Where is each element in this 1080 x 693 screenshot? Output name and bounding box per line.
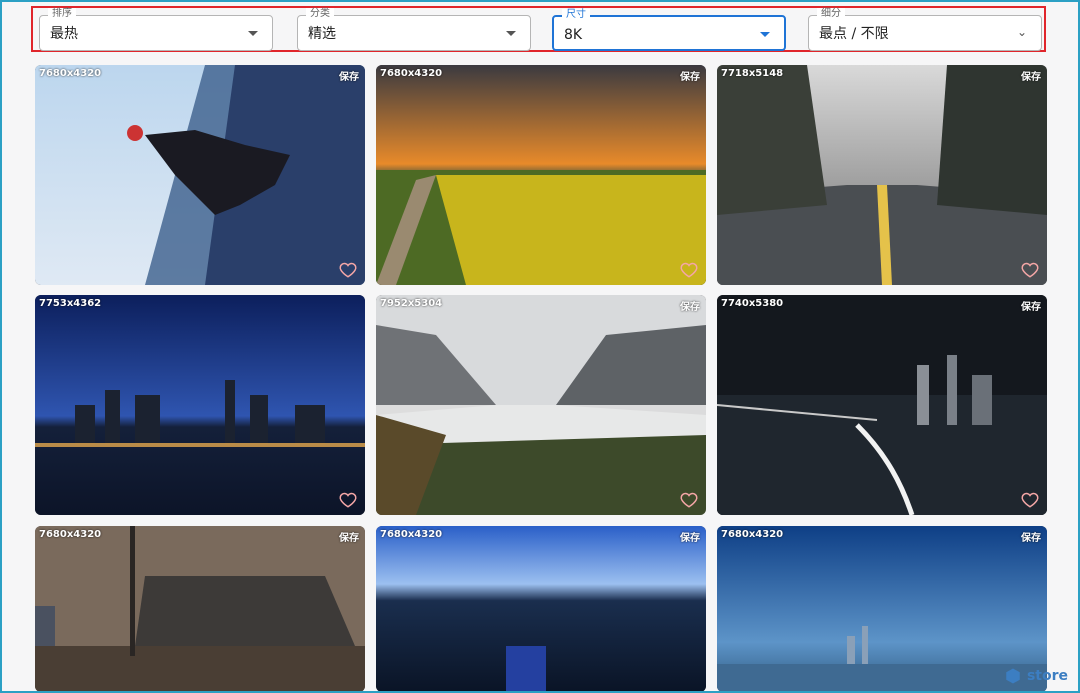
heart-icon[interactable]	[1021, 491, 1039, 509]
chevron-down-icon: ⌄	[1016, 25, 1027, 39]
heart-icon[interactable]	[339, 261, 357, 279]
category-value: 精选	[308, 26, 336, 42]
resolution-label: 7680x4320	[39, 68, 102, 79]
save-button[interactable]: 保存	[339, 529, 359, 544]
save-button[interactable]: 保存	[680, 298, 700, 313]
sort-value: 最热	[50, 26, 78, 42]
subcategory-select[interactable]: 细分 最点 / 不限 ⌄	[808, 8, 1042, 51]
wallpaper-card[interactable]: 7718x5148 保存	[717, 65, 1047, 285]
wallpaper-card[interactable]: 7680x4320 保存	[376, 526, 706, 691]
dropdown-arrow-icon	[760, 32, 770, 37]
wallpaper-card[interactable]: 7680x4320 保存	[35, 65, 365, 285]
filter-bar: 排序 最热 分类 精选 尺寸 8K 细分 最点 / 不限 ⌄	[31, 6, 1046, 52]
wallpaper-image	[376, 295, 706, 515]
save-button[interactable]: 保存	[339, 68, 359, 83]
save-button[interactable]: 保存	[680, 68, 700, 83]
category-label: 分类	[306, 8, 334, 20]
wallpaper-image	[717, 295, 1047, 515]
size-select[interactable]: 尺寸 8K	[552, 9, 786, 51]
resolution-label: 7952x5304	[380, 298, 443, 309]
cube-icon	[1006, 668, 1020, 684]
resolution-label: 7718x5148	[721, 68, 784, 79]
wallpaper-image	[35, 65, 365, 285]
wallpaper-card[interactable]: 7680x4320 保存	[376, 65, 706, 285]
resolution-label: 7680x4320	[721, 529, 784, 540]
wallpaper-image	[35, 295, 365, 515]
subcategory-value: 最点 / 不限	[819, 26, 889, 42]
category-select[interactable]: 分类 精选	[297, 8, 531, 51]
wallpaper-image	[376, 526, 706, 691]
app-window: 排序 最热 分类 精选 尺寸 8K 细分 最点 / 不限 ⌄ 7680x4320…	[0, 0, 1080, 693]
save-button[interactable]: 保存	[1021, 529, 1041, 544]
save-button[interactable]: 保存	[1021, 68, 1041, 83]
heart-icon[interactable]	[1021, 261, 1039, 279]
heart-icon[interactable]	[680, 261, 698, 279]
wallpaper-card[interactable]: 7740x5380 保存	[717, 295, 1047, 515]
watermark: store	[1004, 667, 1068, 685]
wallpaper-image	[35, 526, 365, 691]
resolution-label: 7740x5380	[721, 298, 784, 309]
wallpaper-card[interactable]: 7680x4320 保存	[35, 526, 365, 691]
wallpaper-image	[376, 65, 706, 285]
dropdown-arrow-icon	[506, 31, 516, 36]
subcategory-label: 细分	[817, 8, 845, 20]
resolution-label: 7753x4362	[39, 298, 102, 309]
heart-icon[interactable]	[339, 491, 357, 509]
save-button[interactable]: 保存	[680, 529, 700, 544]
wallpaper-card[interactable]: 7753x4362	[35, 295, 365, 515]
wallpaper-card[interactable]: 7952x5304 保存	[376, 295, 706, 515]
wallpaper-image	[717, 526, 1047, 691]
dropdown-arrow-icon	[248, 31, 258, 36]
sort-select[interactable]: 排序 最热	[39, 8, 273, 51]
resolution-label: 7680x4320	[39, 529, 102, 540]
heart-icon[interactable]	[680, 491, 698, 509]
wallpaper-card[interactable]: 7680x4320 保存	[717, 526, 1047, 691]
save-button[interactable]: 保存	[1021, 298, 1041, 313]
watermark-text: store	[1026, 668, 1068, 684]
resolution-label: 7680x4320	[380, 68, 443, 79]
wallpaper-image	[717, 65, 1047, 285]
sort-label: 排序	[48, 8, 76, 20]
size-value: 8K	[564, 27, 583, 43]
resolution-label: 7680x4320	[380, 529, 443, 540]
size-label: 尺寸	[562, 9, 590, 21]
